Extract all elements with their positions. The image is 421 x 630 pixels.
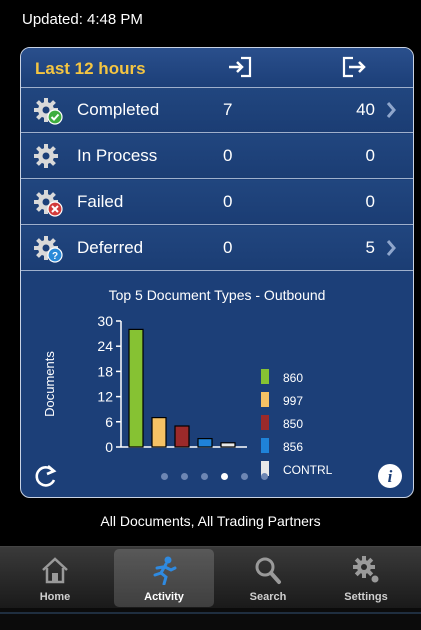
chevron-right-icon[interactable] bbox=[385, 238, 397, 258]
search-icon bbox=[255, 557, 281, 584]
page-dot[interactable] bbox=[261, 473, 268, 480]
bar-contrl bbox=[220, 442, 236, 448]
tab-home[interactable]: Home bbox=[5, 549, 105, 607]
page-dot[interactable] bbox=[221, 473, 228, 480]
legend-swatch bbox=[261, 415, 269, 430]
row-label: Completed bbox=[77, 100, 160, 119]
legend-swatch bbox=[261, 369, 269, 384]
legend-label: 850 bbox=[283, 417, 303, 431]
svg-text:?: ? bbox=[52, 251, 58, 262]
y-tick-label: 6 bbox=[105, 414, 113, 430]
panel-header: Last 12 hours bbox=[21, 48, 413, 88]
y-tick-label: 18 bbox=[97, 363, 113, 379]
status-row-completed[interactable]: Completed 7 40 bbox=[21, 88, 413, 133]
tab-settings[interactable]: Settings bbox=[316, 549, 416, 607]
row-label: Failed bbox=[77, 192, 124, 211]
y-tick-label: 12 bbox=[97, 389, 113, 405]
gear-icon bbox=[34, 98, 63, 125]
page-dot[interactable] bbox=[181, 473, 188, 480]
home-icon bbox=[42, 557, 68, 584]
outbound-count: 0 bbox=[365, 146, 375, 165]
gear-icon bbox=[34, 144, 58, 168]
status-row-in-process: In Process 0 0 bbox=[21, 134, 413, 179]
outbound-arrow-icon bbox=[342, 56, 366, 78]
refresh-icon[interactable] bbox=[33, 463, 59, 489]
bar-860 bbox=[128, 328, 144, 448]
tab-activity[interactable]: Activity bbox=[114, 549, 214, 607]
y-tick-label: 30 bbox=[97, 313, 113, 329]
tab-label: Home bbox=[39, 591, 71, 603]
page-indicator[interactable] bbox=[161, 473, 273, 483]
bottom-strip bbox=[0, 608, 421, 630]
page-dot[interactable] bbox=[201, 473, 208, 480]
updated-time: Updated: 4:48 PM bbox=[22, 11, 143, 28]
running-person-icon bbox=[153, 556, 177, 585]
bar-chart: 0 6 12 18 24 30 Documents 860 997 850 856 CONTRL bbox=[42, 313, 333, 477]
tab-search[interactable]: Search bbox=[218, 549, 318, 607]
page-dot[interactable] bbox=[161, 473, 168, 480]
y-tick-label: 24 bbox=[97, 338, 113, 354]
inbound-count: 0 bbox=[223, 192, 233, 211]
gear-icon: ? bbox=[34, 236, 63, 263]
inbound-count: 0 bbox=[223, 238, 233, 257]
row-label: In Process bbox=[77, 146, 158, 165]
status-bar: Updated: 4:48 PM bbox=[0, 0, 421, 38]
bar-856 bbox=[197, 438, 213, 448]
tab-label: Settings bbox=[344, 591, 388, 603]
tab-label: Activity bbox=[144, 591, 184, 603]
legend-label: 997 bbox=[283, 394, 303, 408]
row-label: Deferred bbox=[77, 238, 144, 257]
gear-icon bbox=[353, 556, 379, 583]
inbound-count: 7 bbox=[223, 100, 233, 119]
svg-text:i: i bbox=[388, 467, 393, 486]
bar-997 bbox=[151, 417, 167, 448]
chevron-right-icon[interactable] bbox=[385, 100, 397, 120]
info-icon[interactable]: i bbox=[377, 463, 403, 489]
inbound-arrow-icon bbox=[229, 56, 252, 78]
outbound-count: 5 bbox=[365, 238, 375, 257]
status-row-failed: Failed 0 0 bbox=[21, 180, 413, 225]
activity-panel: Last 12 hours Completed 7 40 In Process 0 0 Fa… bbox=[20, 47, 414, 498]
legend-label: 860 bbox=[283, 371, 303, 385]
outbound-count: 40 bbox=[356, 100, 375, 119]
legend-label: 856 bbox=[283, 440, 303, 454]
inbound-count: 0 bbox=[223, 146, 233, 165]
tab-bar: Home Activity Search Settings bbox=[0, 546, 421, 608]
gear-icon bbox=[34, 190, 63, 217]
y-tick-label: 0 bbox=[105, 439, 113, 455]
page-dot[interactable] bbox=[241, 473, 248, 480]
legend-label: CONTRL bbox=[283, 463, 333, 477]
chart-area: Top 5 Document Types - Outbound 0 6 12 18 24… bbox=[21, 277, 413, 497]
time-period-label[interactable]: Last 12 hours bbox=[35, 59, 146, 79]
legend-swatch bbox=[261, 438, 269, 453]
y-axis-label: Documents bbox=[42, 351, 57, 417]
status-row-deferred[interactable]: ? Deferred 0 5 bbox=[21, 226, 413, 271]
bar-850 bbox=[174, 425, 190, 448]
outbound-count: 0 bbox=[365, 192, 375, 211]
scope-label: All Documents, All Trading Partners bbox=[100, 513, 321, 529]
tab-label: Search bbox=[249, 591, 287, 603]
legend-swatch bbox=[261, 392, 269, 407]
